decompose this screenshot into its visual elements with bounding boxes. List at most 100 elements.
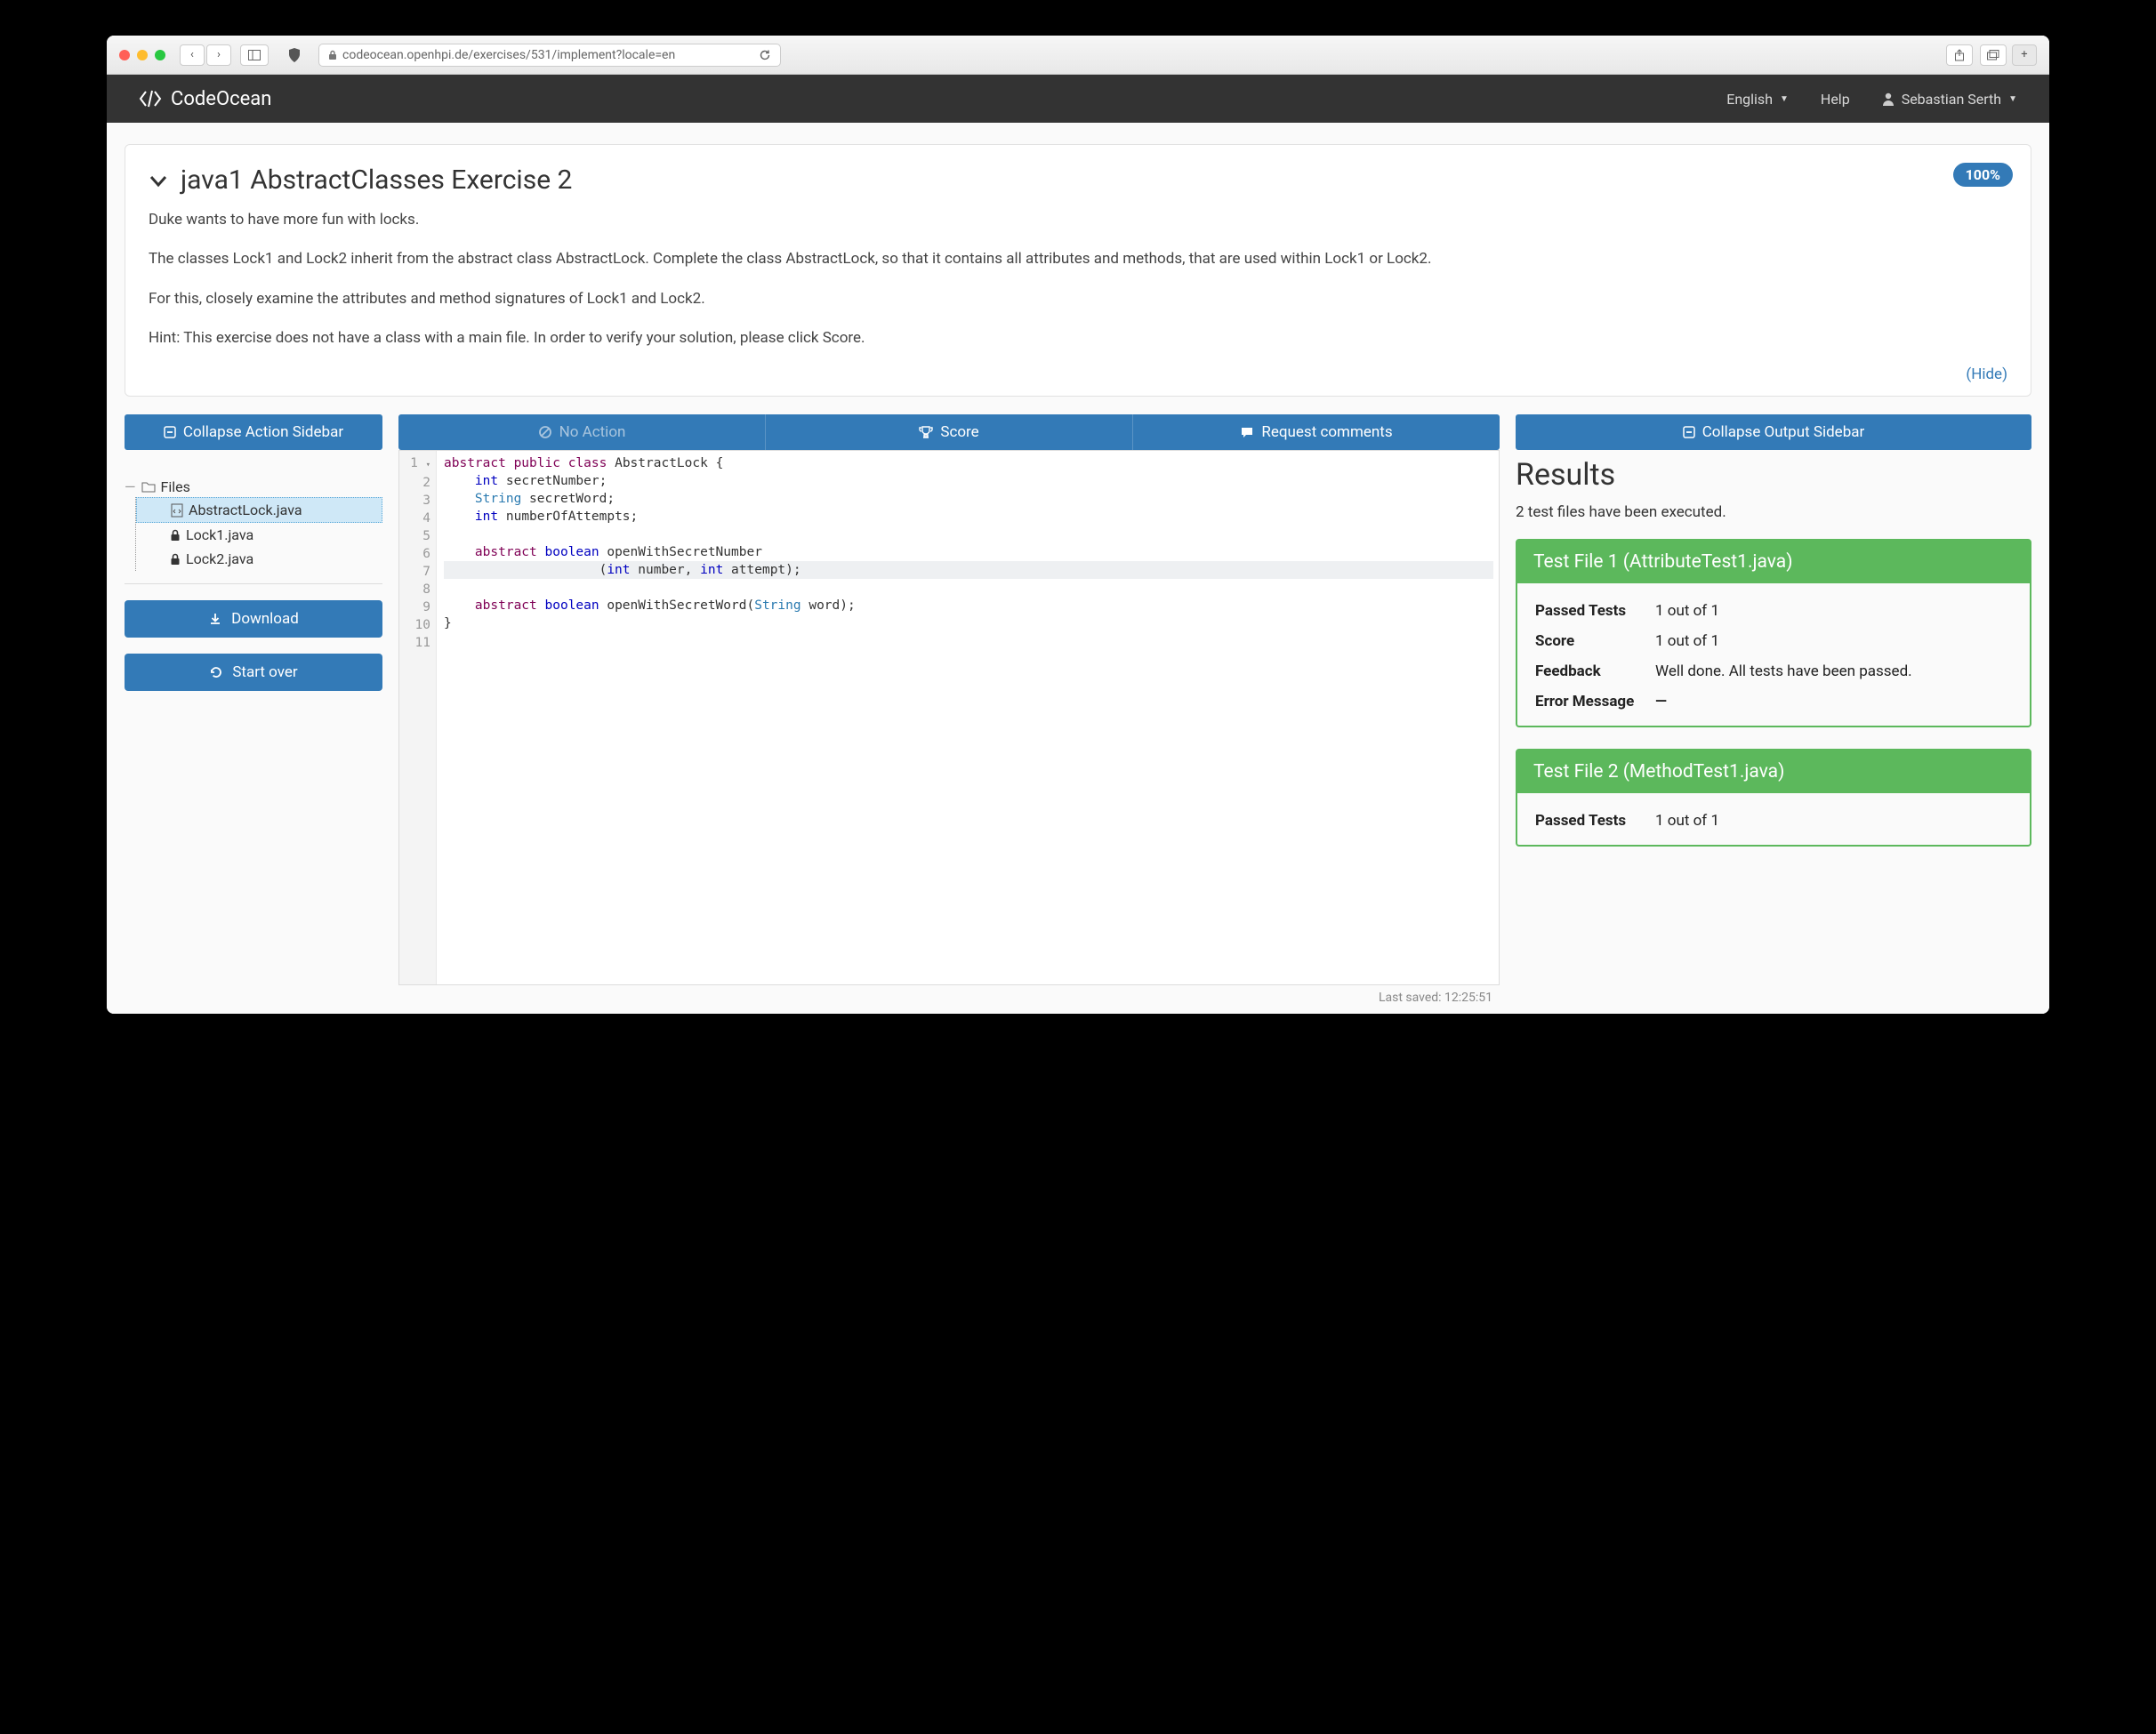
output-sidebar: Collapse Output Sidebar Results 2 test f… — [1516, 414, 2031, 868]
val-error: — — [1655, 693, 2012, 710]
exercise-p1: Duke wants to have more fun with locks. — [149, 208, 2007, 231]
results-heading: Results — [1516, 457, 2031, 493]
lock-icon — [170, 529, 181, 542]
download-icon — [208, 612, 222, 626]
caret-down-icon: ▼ — [2008, 94, 2017, 104]
minus-square-icon — [1683, 426, 1695, 438]
url-bar[interactable]: codeocean.openhpi.de/exercises/531/imple… — [318, 44, 781, 67]
lbl-passed: Passed Tests — [1535, 602, 1655, 620]
brand[interactable]: CodeOcean — [139, 88, 271, 110]
file-abstractlock[interactable]: AbstractLock.java — [136, 497, 382, 523]
test-body: Passed Tests1 out of 1 Score1 out of 1 F… — [1517, 583, 2030, 726]
maximize-window-icon[interactable] — [155, 50, 165, 60]
nav-right: English ▼ Help Sebastian Serth ▼ — [1726, 91, 2017, 108]
help-link[interactable]: Help — [1821, 91, 1850, 108]
exercise-title: java1 AbstractClasses Exercise 2 — [149, 165, 2007, 196]
start-over-button[interactable]: Start over — [125, 654, 382, 691]
privacy-shield-icon[interactable] — [281, 45, 308, 65]
minimize-window-icon[interactable] — [137, 50, 148, 60]
help-label: Help — [1821, 91, 1850, 108]
code-lines[interactable]: abstract public class AbstractLock { int… — [399, 451, 1499, 984]
user-icon — [1882, 92, 1895, 106]
file-label: Lock1.java — [186, 526, 253, 543]
files-folder[interactable]: — Files — [125, 477, 382, 497]
trophy-icon — [919, 425, 933, 439]
nav-buttons: ‹ › — [180, 44, 231, 66]
test-header: Test File 2 (MethodTest1.java) — [1517, 751, 2030, 793]
val-feedback: Well done. All tests have been passed. — [1655, 662, 2012, 680]
refresh-icon[interactable] — [759, 49, 771, 61]
hide-link[interactable]: (Hide) — [149, 365, 2007, 383]
comment-icon — [1240, 425, 1254, 439]
editor-panel: No Action Score Request comments — [398, 414, 1500, 1014]
collapse-output-sidebar-button[interactable]: Collapse Output Sidebar — [1516, 414, 2031, 450]
file-lock2[interactable]: Lock2.java — [136, 547, 382, 571]
editor-toolbar: No Action Score Request comments — [398, 414, 1500, 450]
language-menu[interactable]: English ▼ — [1726, 91, 1789, 108]
collapse-action-sidebar-button[interactable]: Collapse Action Sidebar — [125, 414, 382, 450]
no-action-label: No Action — [559, 423, 626, 441]
url-text: codeocean.openhpi.de/exercises/531/imple… — [342, 48, 675, 62]
exercise-card: 100% java1 AbstractClasses Exercise 2 Du… — [125, 144, 2031, 397]
traffic-lights — [119, 50, 165, 60]
file-label: Lock2.java — [186, 550, 253, 567]
left-sidebar: Collapse Action Sidebar — Files — [125, 414, 382, 691]
exercise-p4: Hint: This exercise does not have a clas… — [149, 326, 2007, 349]
sidebar-toggle-button[interactable] — [240, 44, 269, 66]
new-tab-button[interactable]: + — [2012, 44, 2037, 66]
download-button[interactable]: Download — [125, 600, 382, 638]
score-label: Score — [940, 423, 978, 441]
lbl-score: Score — [1535, 632, 1655, 650]
val-passed: 1 out of 1 — [1655, 812, 2012, 830]
language-label: English — [1726, 91, 1773, 108]
exercise-title-text: java1 AbstractClasses Exercise 2 — [181, 165, 572, 196]
test-header: Test File 1 (AttributeTest1.java) — [1517, 541, 2030, 583]
lbl-passed: Passed Tests — [1535, 812, 1655, 830]
file-lock1[interactable]: Lock1.java — [136, 523, 382, 547]
close-window-icon[interactable] — [119, 50, 130, 60]
user-label: Sebastian Serth — [1902, 91, 2001, 108]
code-brackets-icon — [139, 90, 162, 108]
exercise-p3: For this, closely examine the attributes… — [149, 287, 2007, 310]
results-sub: 2 test files have been executed. — [1516, 503, 2031, 521]
collapse-output-label: Collapse Output Sidebar — [1702, 423, 1865, 441]
test-card-2: Test File 2 (MethodTest1.java) Passed Te… — [1516, 749, 2031, 847]
val-score: 1 out of 1 — [1655, 632, 2012, 650]
score-button[interactable]: Score — [766, 414, 1133, 450]
lbl-feedback: Feedback — [1535, 662, 1655, 680]
share-button[interactable] — [1946, 44, 1973, 66]
lbl-error: Error Message — [1535, 693, 1655, 710]
download-label: Download — [231, 610, 299, 628]
file-tree: — Files AbstractLock.java — [125, 477, 382, 584]
test-body: Passed Tests1 out of 1 — [1517, 793, 2030, 845]
user-menu[interactable]: Sebastian Serth ▼ — [1882, 91, 2017, 108]
minus-square-icon — [164, 426, 176, 438]
start-over-label: Start over — [232, 663, 297, 681]
request-comments-button[interactable]: Request comments — [1133, 414, 1500, 450]
lock-icon — [170, 553, 181, 566]
main-layout: Collapse Action Sidebar — Files — [125, 414, 2031, 1014]
forward-button[interactable]: › — [206, 44, 231, 66]
gutter: 1 ▾234567891011 — [399, 451, 437, 984]
app-navbar: CodeOcean English ▼ Help Sebastian Serth… — [107, 75, 2049, 123]
file-code-icon — [171, 503, 183, 518]
last-saved: Last saved: 12:25:51 — [398, 985, 1500, 1014]
test-card-1: Test File 1 (AttributeTest1.java) Passed… — [1516, 539, 2031, 727]
file-label: AbstractLock.java — [189, 502, 302, 518]
history-icon — [209, 665, 223, 679]
brand-label: CodeOcean — [171, 88, 271, 110]
page-content: 100% java1 AbstractClasses Exercise 2 Du… — [107, 123, 2049, 1014]
lock-icon — [328, 50, 337, 60]
browser-window: ‹ › codeocean.openhpi.de/exercises/531/i… — [107, 36, 2049, 1014]
titlebar: ‹ › codeocean.openhpi.de/exercises/531/i… — [107, 36, 2049, 75]
request-label: Request comments — [1261, 423, 1392, 441]
code-editor[interactable]: 1 ▾234567891011 abstract public class Ab… — [398, 450, 1500, 985]
no-icon — [538, 425, 552, 439]
no-action-button[interactable]: No Action — [398, 414, 766, 450]
back-button[interactable]: ‹ — [180, 44, 205, 66]
chevron-down-icon[interactable] — [149, 171, 168, 190]
collapse-label: Collapse Action Sidebar — [183, 423, 343, 441]
exercise-p2: The classes Lock1 and Lock2 inherit from… — [149, 247, 2007, 270]
tabs-button[interactable] — [1980, 44, 2007, 66]
files-label: Files — [161, 478, 190, 495]
